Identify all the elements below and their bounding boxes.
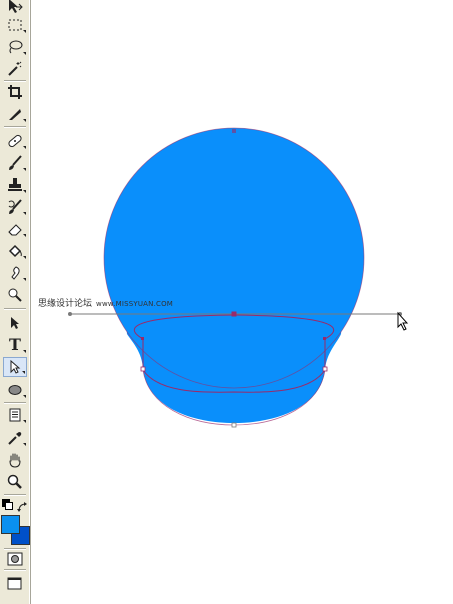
- toolbar-separator: [4, 126, 26, 128]
- magic-wand-icon: [7, 61, 23, 77]
- ellipse-icon: [7, 382, 23, 398]
- bucket-icon: [7, 243, 23, 259]
- magic-wand-tool[interactable]: [3, 59, 27, 79]
- arrow-icon: [7, 315, 23, 331]
- toolbar-separator: [4, 494, 26, 496]
- anchor-point[interactable]: [141, 337, 144, 340]
- anchor-point[interactable]: [231, 422, 237, 428]
- crop-tool[interactable]: [3, 82, 27, 102]
- submenu-indicator: [23, 30, 26, 33]
- quick-mask-mode-button[interactable]: [3, 549, 27, 569]
- anchor-point[interactable]: [140, 366, 146, 372]
- bandage-icon: [7, 133, 23, 149]
- submenu-indicator: [23, 52, 26, 55]
- anchor-point[interactable]: [232, 129, 236, 133]
- tools-panel: T: [0, 0, 31, 604]
- direct-selection-tool[interactable]: [3, 357, 27, 377]
- hand-tool[interactable]: [3, 450, 27, 470]
- notes-tool[interactable]: [3, 405, 27, 425]
- notes-icon: [7, 407, 23, 423]
- eraser-tool[interactable]: [3, 219, 27, 239]
- default-colors-icon[interactable]: [2, 499, 13, 510]
- paint-bucket-tool[interactable]: [3, 241, 27, 261]
- toolbar-separator: [4, 569, 26, 571]
- path-selection-tool[interactable]: [3, 313, 27, 333]
- quick-mask-icon: [7, 552, 23, 566]
- brush-icon: [7, 155, 23, 171]
- dodge-icon: [7, 287, 23, 303]
- lasso-tool[interactable]: [3, 37, 27, 57]
- anchor-point-selected[interactable]: [231, 311, 237, 317]
- marquee-icon: [7, 17, 23, 33]
- submenu-indicator: [23, 212, 26, 215]
- direction-handle-point[interactable]: [68, 312, 72, 316]
- move-tool[interactable]: [3, 0, 27, 16]
- submenu-indicator: [23, 395, 26, 398]
- submenu-indicator: [23, 168, 26, 171]
- anchor-point[interactable]: [322, 366, 328, 372]
- smudge-icon: [7, 265, 23, 281]
- mouse-cursor-icon: [397, 311, 409, 331]
- eyedropper-tool[interactable]: [3, 428, 27, 448]
- eyedropper-icon: [7, 430, 23, 446]
- dodge-tool[interactable]: [3, 285, 27, 305]
- slice-icon: [7, 106, 23, 122]
- clone-stamp-tool[interactable]: [3, 175, 27, 195]
- submenu-indicator: [23, 443, 26, 446]
- ellipse-tool[interactable]: [3, 380, 27, 400]
- crop-icon: [7, 84, 23, 100]
- toolbar-separator: [4, 308, 26, 310]
- hand-icon: [7, 452, 23, 468]
- healing-brush-tool[interactable]: [3, 131, 27, 151]
- smudge-tool[interactable]: [3, 263, 27, 283]
- marquee-tool[interactable]: [3, 15, 27, 35]
- eraser-icon: [7, 221, 23, 237]
- brush-tool[interactable]: [3, 153, 27, 173]
- screen-mode-button[interactable]: [3, 574, 27, 594]
- zoom-tool[interactable]: [3, 472, 27, 492]
- anchor-point[interactable]: [323, 337, 326, 340]
- history-brush-tool[interactable]: [3, 197, 27, 217]
- stamp-icon: [7, 177, 23, 193]
- submenu-indicator: [23, 119, 26, 122]
- watermark-text: 思缘设计论坛: [38, 299, 93, 309]
- lasso-icon: [7, 39, 23, 55]
- zoom-icon: [7, 474, 23, 490]
- screen-mode-icon: [7, 577, 23, 591]
- direct-selection-icon: [7, 359, 23, 375]
- type-icon: T: [9, 335, 21, 354]
- submenu-indicator: [23, 146, 26, 149]
- watermark-url: www.MISSYUAN.COM: [96, 300, 174, 308]
- history-brush-icon: [7, 199, 23, 215]
- toolbar-separator: [4, 402, 26, 404]
- type-tool[interactable]: T: [3, 335, 27, 355]
- submenu-indicator: [23, 234, 26, 237]
- watermark: 思缘设计论坛 www.MISSYUAN.COM: [38, 296, 173, 309]
- submenu-indicator: [23, 190, 26, 193]
- submenu-indicator: [23, 420, 26, 423]
- slice-tool[interactable]: [3, 104, 27, 124]
- foreground-color-swatch[interactable]: [1, 515, 20, 534]
- submenu-indicator: [22, 371, 25, 374]
- submenu-indicator: [23, 350, 26, 353]
- submenu-indicator: [23, 278, 26, 281]
- submenu-indicator: [23, 256, 26, 259]
- move-icon: [7, 0, 23, 14]
